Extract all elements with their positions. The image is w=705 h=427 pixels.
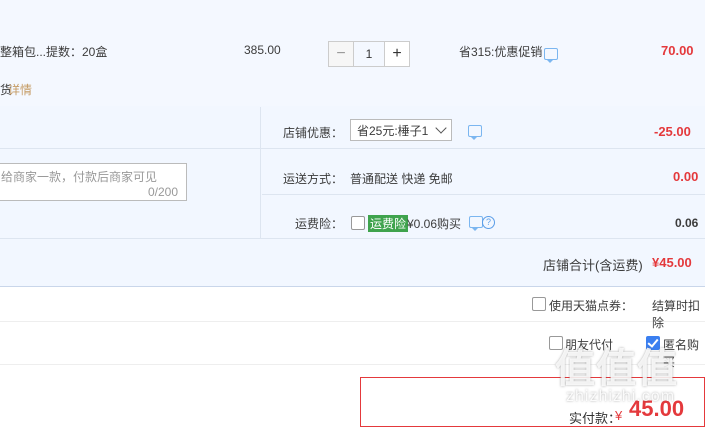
message-placeholder: 给商家一款，付款后商家可见 — [1, 170, 158, 184]
promo-text: 省315:优惠促销 — [459, 45, 543, 59]
chat-icon[interactable] — [544, 48, 558, 63]
coupon-checkbox[interactable] — [532, 297, 546, 311]
divider — [0, 321, 705, 322]
insurance-label: 运费险： — [295, 217, 344, 231]
chat-icon[interactable] — [468, 125, 482, 140]
watermark-url: zhizhizhi.com — [566, 388, 676, 405]
insurance-tag: 运费险 — [368, 215, 409, 232]
message-count: 0/200 — [148, 185, 179, 199]
coupon-label: 使用天猫点券： — [549, 299, 634, 313]
message-input[interactable]: 给商家一款，付款后商家可见 0/200 — [0, 163, 187, 201]
discount-value: -25.00 — [654, 124, 691, 139]
unit-price: 385.00 — [244, 43, 281, 57]
chat-icon[interactable] — [469, 216, 483, 231]
discount-select-value: 省25元:棰子1 — [357, 123, 429, 138]
insurance-checkbox[interactable] — [351, 216, 365, 230]
divider — [262, 148, 705, 149]
item-subtotal: 70.00 — [661, 43, 694, 58]
quantity-stepper[interactable]: − 1 + — [328, 41, 412, 67]
minus-button[interactable]: − — [328, 41, 354, 67]
divider — [0, 148, 262, 149]
plus-button[interactable]: + — [384, 41, 410, 67]
detail-link[interactable]: 详情 — [8, 81, 32, 98]
shop-total-label: 店铺合计(含运费) — [543, 258, 643, 273]
insurance-price: ¥0.06购买 — [407, 217, 462, 231]
shop-total-value: ¥45.00 — [652, 255, 692, 270]
shipping-method: 普通配送 快递 免邮 — [350, 172, 453, 186]
shipping-value: 0.00 — [673, 169, 699, 184]
divider — [262, 194, 705, 195]
discount-label: 店铺优惠： — [283, 126, 344, 140]
coupon-note: 结算时扣除 — [652, 299, 701, 330]
divider — [0, 286, 705, 287]
item-spec: 提数：20盒 — [46, 45, 108, 59]
divider — [260, 107, 261, 238]
discount-select[interactable]: 省25元:棰子1 — [350, 119, 452, 141]
item-name[interactable]: 整箱包... — [0, 43, 46, 60]
quantity-input[interactable]: 1 — [354, 41, 384, 67]
help-icon[interactable]: ? — [482, 216, 495, 229]
shipping-label: 运送方式： — [283, 172, 344, 186]
chevron-down-icon — [435, 122, 447, 134]
payment-currency: ¥ — [615, 408, 623, 423]
divider — [0, 238, 705, 239]
payment-label: 实付款： — [569, 411, 622, 426]
insurance-value: 0.06 — [675, 216, 699, 230]
watermark-logo: 值值值 — [555, 347, 678, 391]
